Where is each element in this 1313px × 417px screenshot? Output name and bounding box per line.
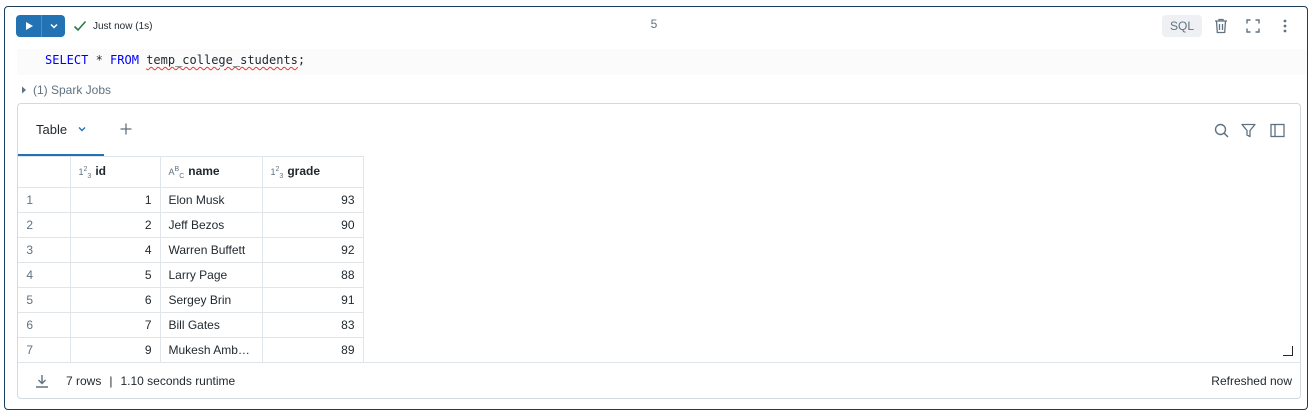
cell-name[interactable]: Warren Buffett: [159, 237, 263, 263]
cell-name[interactable]: Jeff Bezos: [159, 212, 263, 238]
table-row[interactable]: 7 9 Mukesh Amb… 89: [18, 337, 364, 363]
spark-jobs-label: (1) Spark Jobs: [33, 83, 112, 97]
integer-type-icon: 123: [78, 166, 92, 180]
chevron-down-icon: [49, 23, 58, 29]
cell-index: 5: [650, 17, 658, 31]
run-button-group: [16, 15, 65, 37]
cell-grade[interactable]: 83: [261, 312, 364, 338]
cell-grade[interactable]: 92: [261, 237, 364, 263]
cell-name[interactable]: Larry Page: [159, 262, 263, 288]
table-row[interactable]: 5 6 Sergey Brin 91: [18, 287, 364, 313]
caret-right-icon: [22, 86, 26, 94]
row-number: 2: [18, 212, 71, 238]
cell-id[interactable]: 4: [69, 237, 161, 263]
kebab-menu-icon: [1283, 19, 1287, 33]
side-panel-icon: [1269, 123, 1285, 137]
spark-jobs-toggle[interactable]: (1) Spark Jobs: [21, 82, 111, 98]
results-summary: 7 rows | 1.10 seconds runtime: [66, 374, 235, 388]
execution-status: Just now (1s): [73, 17, 152, 35]
column-header-label: grade: [287, 164, 321, 179]
row-number-header: [18, 156, 71, 188]
header-row: 123 id ABC name 123 grade: [18, 156, 364, 188]
plus-icon: [120, 123, 132, 135]
run-cell-button[interactable]: [16, 15, 41, 37]
cell-name[interactable]: Sergey Brin: [159, 287, 263, 313]
cell-grade[interactable]: 93: [261, 187, 364, 213]
table-row[interactable]: 6 7 Bill Gates 83: [18, 312, 364, 338]
sql-code-line[interactable]: SELECT * FROM temp_college_students;: [45, 53, 305, 69]
results-footer: 7 rows | 1.10 seconds runtime Refreshed …: [18, 362, 1300, 398]
row-count: 7 rows: [66, 374, 102, 388]
string-type-icon: ABC: [168, 166, 185, 180]
keyword-from: FROM: [110, 53, 139, 67]
column-header-label: name: [188, 164, 220, 179]
table-row[interactable]: 4 5 Larry Page 88: [18, 262, 364, 288]
download-icon: [36, 375, 48, 388]
tab-table-label: Table: [36, 121, 68, 137]
cell-grade[interactable]: 88: [261, 262, 364, 288]
sidebar-toggle-button[interactable]: [1268, 121, 1286, 139]
row-number: 1: [18, 187, 71, 213]
code-star: *: [88, 53, 111, 67]
runtime-text: 1.10 seconds runtime: [120, 374, 236, 388]
cell-grade[interactable]: 91: [261, 287, 364, 313]
fullscreen-icon: [1246, 19, 1260, 33]
notebook-cell: Just now (1s) 5 SQL SELECT * FROM temp_c…: [4, 6, 1308, 410]
refreshed-status: Refreshed now: [1211, 374, 1292, 388]
search-icon: [1214, 123, 1229, 138]
column-header-name[interactable]: ABC name: [159, 156, 263, 188]
cell-name[interactable]: Elon Musk: [159, 187, 263, 213]
table-row[interactable]: 1 1 Elon Musk 93: [18, 187, 364, 213]
results-grid: 123 id ABC name 123 grade 1 1 Elon Musk …: [18, 156, 364, 363]
row-number: 7: [18, 337, 71, 363]
cell-name[interactable]: Mukesh Amb…: [159, 337, 263, 363]
row-number: 4: [18, 262, 71, 288]
table-row[interactable]: 3 4 Warren Buffett 92: [18, 237, 364, 263]
column-header-label: id: [95, 164, 106, 179]
trash-icon: [1215, 18, 1227, 34]
search-button[interactable]: [1212, 121, 1230, 139]
row-number: 5: [18, 287, 71, 313]
results-panel: Table 123 id ABC name 123 grade 1 1 Elon…: [17, 103, 1301, 399]
expand-cell-button[interactable]: [1243, 16, 1263, 36]
table-name-identifier: temp_college_students: [146, 53, 298, 67]
cell-id[interactable]: 7: [69, 312, 161, 338]
row-number: 3: [18, 237, 71, 263]
column-header-grade[interactable]: 123 grade: [261, 156, 364, 188]
run-options-dropdown[interactable]: [42, 15, 65, 37]
code-semicolon: ;: [297, 53, 306, 67]
cell-id[interactable]: 6: [69, 287, 161, 313]
cell-grade[interactable]: 90: [261, 212, 364, 238]
filter-button[interactable]: [1239, 121, 1257, 139]
cell-id[interactable]: 9: [69, 337, 161, 363]
chevron-down-icon[interactable]: [77, 125, 87, 133]
resize-handle[interactable]: [1283, 346, 1293, 356]
tab-table[interactable]: Table: [18, 104, 104, 156]
cell-grade[interactable]: 89: [261, 337, 364, 363]
status-text: Just now (1s): [93, 20, 153, 32]
keyword-select: SELECT: [45, 53, 89, 67]
table-row[interactable]: 2 2 Jeff Bezos 90: [18, 212, 364, 238]
check-icon: [73, 20, 87, 32]
download-button[interactable]: [34, 373, 50, 389]
integer-type-icon: 123: [270, 166, 284, 180]
summary-separator: |: [109, 374, 113, 388]
results-table: 123 id ABC name 123 grade 1 1 Elon Musk …: [18, 156, 364, 363]
add-visualization-button[interactable]: [118, 121, 134, 137]
cell-id[interactable]: 2: [69, 212, 161, 238]
column-header-id[interactable]: 123 id: [69, 156, 161, 188]
cell-id[interactable]: 5: [69, 262, 161, 288]
play-icon: [25, 22, 33, 30]
delete-cell-button[interactable]: [1211, 16, 1231, 36]
language-badge[interactable]: SQL: [1162, 15, 1202, 37]
row-number: 6: [18, 312, 71, 338]
cell-menu-button[interactable]: [1275, 16, 1295, 36]
cell-name[interactable]: Bill Gates: [159, 312, 263, 338]
filter-icon: [1240, 123, 1256, 137]
cell-id[interactable]: 1: [69, 187, 161, 213]
